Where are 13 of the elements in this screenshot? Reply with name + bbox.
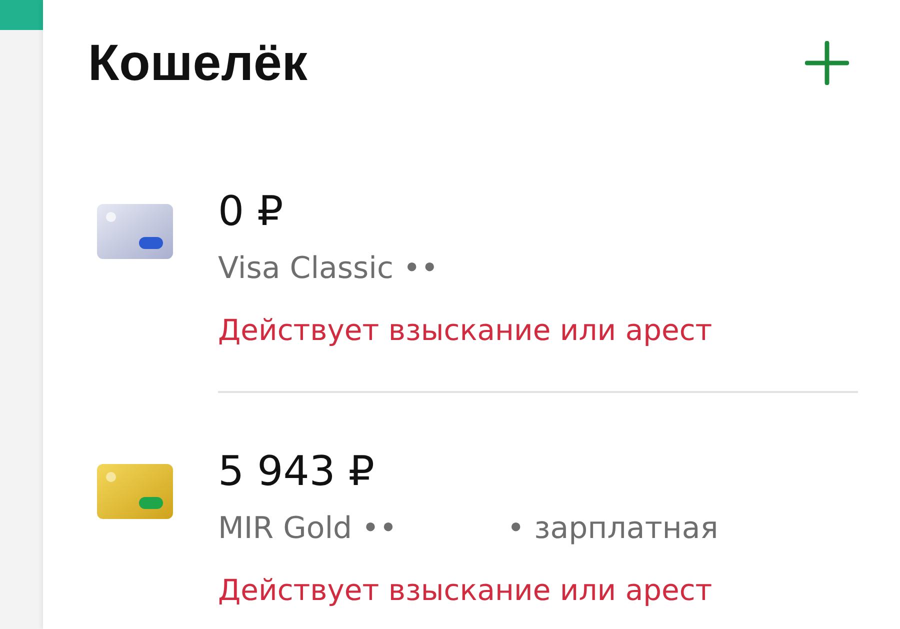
warning-text: Действует взыскание или арест <box>218 313 712 347</box>
account-balance: 0 ₽ <box>218 187 284 235</box>
warning-text: Действует взыскание или арест <box>218 573 714 607</box>
card-tag: • зарплатная <box>507 511 718 547</box>
plus-icon <box>805 41 849 85</box>
add-button[interactable] <box>804 40 850 86</box>
card-name: Visa Classic •• <box>218 251 438 287</box>
wallet-title: Кошелёк <box>88 35 308 91</box>
bank-card-icon <box>97 204 173 259</box>
account-balance: 5 943 ₽ <box>218 447 376 495</box>
bank-card-icon <box>97 464 173 519</box>
accent-block <box>0 0 43 30</box>
card-name: MIR Gold •• <box>218 511 398 547</box>
